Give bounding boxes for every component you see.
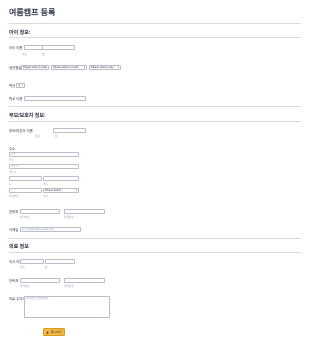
gender-label: 학년 — [9, 84, 16, 88]
divider — [9, 37, 301, 38]
gender-select[interactable]: 남 ▾ — [16, 83, 25, 88]
birth-year-select[interactable]: Please select a year ▾ — [21, 65, 49, 70]
doctor-area-sub: 지역번호 — [20, 285, 30, 288]
parent-phone-sub: 전화번호 — [64, 216, 74, 219]
doctor-phone-input[interactable] — [64, 278, 105, 283]
birth-day-select[interactable]: Please select a day ▾ — [89, 65, 121, 70]
address-line2-input[interactable]: 주소 2 — [9, 164, 79, 169]
birth-date-label: 생년월일 — [9, 66, 22, 70]
doctor-phone-label: 연락처 — [9, 279, 19, 283]
divider — [9, 238, 301, 239]
child-first-sub: 이름 — [22, 53, 27, 56]
chevron-down-icon: ▾ — [117, 66, 119, 69]
school-input[interactable] — [24, 96, 86, 101]
child-last-name-input[interactable] — [42, 45, 75, 50]
parent-first-sub: 이름 — [35, 135, 40, 138]
chevron-down-icon: ▾ — [45, 66, 47, 69]
email-input[interactable]: ex: myname@example.com — [20, 227, 81, 232]
divider — [9, 121, 301, 122]
school-label: 학교 이름 — [9, 97, 23, 101]
parent-last-sub: 성 — [55, 135, 58, 138]
city-input[interactable] — [9, 176, 42, 181]
address-line1-input[interactable]: 주소 — [9, 152, 79, 157]
doctor-phone-sub: 전화번호 — [64, 285, 74, 288]
chevron-down-icon: ▾ — [75, 189, 77, 192]
child-last-sub: 성 — [42, 53, 45, 56]
divider — [9, 23, 301, 24]
form-title: 여름캠프 등록 — [9, 8, 56, 17]
section-child-heading: 아이 정보: — [9, 30, 31, 36]
parent-area-sub: 지역번호 — [20, 216, 30, 219]
state-input[interactable] — [43, 176, 79, 181]
parent-name-label: 부모/보호자 이름 — [9, 129, 33, 133]
country-select[interactable]: Please Select ▾ — [43, 188, 79, 193]
parent-area-code-input[interactable] — [20, 209, 60, 214]
state-sub: 주/도 — [43, 183, 49, 186]
lock-icon — [47, 330, 49, 334]
zip-sub: 우편번호 — [9, 195, 19, 198]
section-medical-heading: 의료 정보 — [9, 244, 29, 250]
section-parent-heading: 부모/보호자 정보: — [9, 113, 46, 119]
parent-last-name-input[interactable] — [53, 128, 86, 133]
divider — [9, 252, 301, 253]
country-sub: 국가 — [43, 195, 48, 198]
address-label: 주소 — [9, 147, 16, 151]
address-line1-sub: 주소 — [9, 159, 14, 162]
doctor-first-name-input[interactable] — [20, 259, 44, 264]
doctor-last-name-input[interactable] — [45, 259, 75, 264]
doctor-last-sub: 성 — [45, 266, 48, 269]
divider — [9, 106, 301, 107]
city-sub: 시 — [9, 183, 12, 186]
child-name-label: 아이 이름 — [9, 46, 23, 50]
birth-month-select[interactable]: Please select a month ▾ — [51, 65, 87, 70]
zip-input[interactable] — [9, 188, 42, 193]
email-label: 이메일 — [9, 228, 19, 232]
submit-button[interactable]: 제출하기 — [43, 328, 65, 336]
parent-phone-label: 연락처 — [9, 210, 19, 214]
chevron-down-icon: ▾ — [83, 66, 85, 69]
medical-notes-textarea[interactable]: 특이사항 입력하세요... — [24, 296, 110, 318]
doctor-area-code-input[interactable] — [20, 278, 60, 283]
parent-phone-input[interactable] — [64, 209, 105, 214]
address-line2-sub: 주소 2 — [9, 171, 16, 174]
doctor-first-sub: 이름 — [20, 266, 25, 269]
chevron-down-icon: ▾ — [21, 84, 23, 87]
